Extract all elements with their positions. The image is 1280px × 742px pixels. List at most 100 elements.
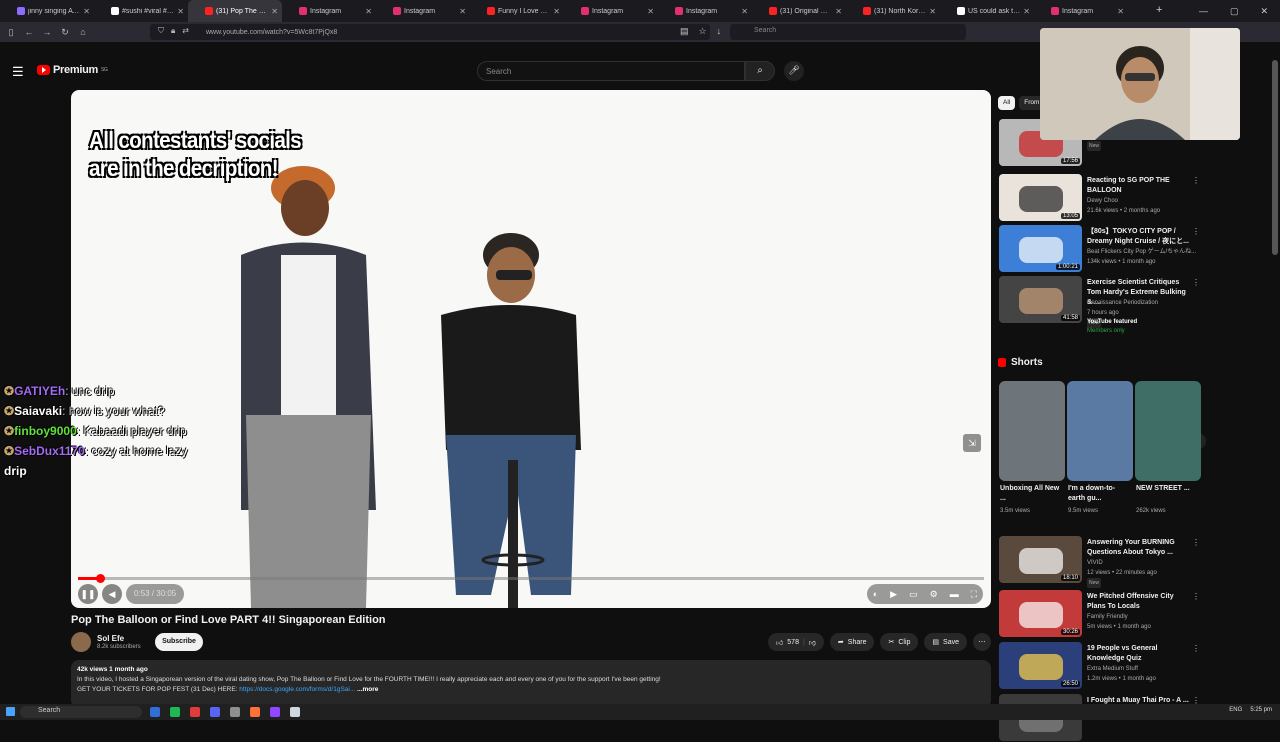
tab-close-icon[interactable]: ✕	[459, 7, 466, 16]
video-thumbnail[interactable]: 13:05	[999, 174, 1082, 221]
video-thumbnail[interactable]: 1:00:21	[999, 225, 1082, 272]
like-count[interactable]: 578	[787, 639, 799, 646]
save-button[interactable]: ▤ Save	[924, 633, 967, 651]
miniplayer-icon[interactable]: ⇲	[963, 434, 981, 452]
play-next-icon[interactable]: ▶	[890, 589, 897, 600]
tab-close-icon[interactable]: ✕	[271, 7, 278, 16]
permissions-icon[interactable]: ⇄	[182, 26, 189, 36]
subtitles-icon[interactable]: ▭	[909, 589, 918, 600]
taskbar-search[interactable]: Search	[20, 706, 142, 718]
video-title[interactable]: 19 People vs General Knowledge Quiz	[1087, 644, 1189, 664]
youtube-logo[interactable]: Premium SG	[37, 64, 108, 76]
app-gray-icon[interactable]	[230, 707, 240, 717]
video-title[interactable]: 【80s】TOKYO CITY POP / Dreamy Night Cruis…	[1087, 227, 1189, 247]
browser-tab[interactable]: US could ask tourists fo✕	[940, 0, 1034, 22]
forward-icon[interactable]: →	[38, 27, 56, 37]
browser-tab[interactable]: Instagram ✕	[564, 0, 658, 22]
video-channel[interactable]: Family Friendly	[1087, 612, 1128, 622]
browser-tab[interactable]: Instagram ✕	[376, 0, 470, 22]
browser-tab[interactable]: Instagram ✕	[658, 0, 752, 22]
tab-close-icon[interactable]: ✕	[83, 7, 90, 16]
new-tab-button[interactable]: +	[1156, 4, 1162, 16]
channel-name[interactable]: Sol Efe	[97, 634, 124, 643]
page-scrollbar[interactable]	[1272, 60, 1278, 255]
browser-tab[interactable]: Funny I Love Gooning B✕	[470, 0, 564, 22]
video-title[interactable]: Answering Your BURNING Questions About T…	[1087, 538, 1189, 558]
theater-mode-icon[interactable]: ▬	[950, 589, 959, 599]
video-channel[interactable]: Dewy Choo	[1087, 196, 1118, 206]
search-button[interactable]: ⌕	[745, 61, 775, 81]
video-channel[interactable]: Renaissance Periodization	[1087, 298, 1158, 308]
short-thumbnail[interactable]	[1067, 381, 1133, 481]
download-icon[interactable]: ↓	[717, 26, 722, 37]
more-options-icon[interactable]: ⋮	[1192, 176, 1200, 185]
pause-button[interactable]: ❚❚	[78, 584, 98, 604]
scrubber-handle[interactable]	[95, 574, 105, 583]
volume-button[interactable]: ◀	[102, 584, 122, 604]
maximize-icon[interactable]: ▢	[1230, 6, 1239, 17]
recommended-video[interactable]: 18:10 Answering Your BURNING Questions Ab…	[998, 536, 1200, 588]
twitch-icon[interactable]	[270, 707, 280, 717]
search-input[interactable]: Search	[477, 61, 745, 81]
dislike-icon[interactable]: 👎︎	[809, 638, 816, 647]
browser-tab[interactable]: (31) North Koreans Wel✕	[846, 0, 940, 22]
lock-icon[interactable]: 🔒︎	[171, 26, 175, 36]
more-options-icon[interactable]: ⋮	[1192, 644, 1200, 653]
channel-avatar[interactable]	[71, 632, 91, 652]
tab-close-icon[interactable]: ✕	[553, 7, 560, 16]
short-title[interactable]: Unboxing All New ...	[1000, 484, 1060, 504]
description-box[interactable]: 42k views 1 month ago In this video, I h…	[71, 660, 991, 708]
home-icon[interactable]: ⌂	[74, 27, 92, 37]
spotify-icon[interactable]	[170, 707, 180, 717]
video-title[interactable]: We Pitched Offensive City Plans To Local…	[1087, 592, 1189, 612]
shield-icon[interactable]: ⛉	[158, 26, 164, 36]
short-title[interactable]: I'm a down-to-earth gu...	[1068, 484, 1128, 504]
reader-icon[interactable]: ▤	[680, 26, 689, 37]
video-thumbnail[interactable]: 41:58	[999, 276, 1082, 323]
video-thumbnail[interactable]: 30:26	[999, 590, 1082, 637]
fullscreen-icon[interactable]: ⛶	[971, 589, 977, 600]
video-thumbnail[interactable]: 26:50	[999, 642, 1082, 689]
bookmark-star-icon[interactable]: ☆	[699, 26, 707, 37]
more-options-icon[interactable]: ⋮	[1192, 592, 1200, 601]
progress-bar[interactable]	[78, 574, 984, 583]
tab-close-icon[interactable]: ✕	[1117, 7, 1124, 16]
tickets-link[interactable]: https://docs.google.com/forms/d/1gSai...	[239, 686, 355, 693]
recommended-video[interactable]: 30:26 We Pitched Offensive City Plans To …	[998, 590, 1200, 638]
address-bar[interactable]: www.youtube.com/watch?v=5Wc8t7PjQx8	[150, 24, 710, 40]
voice-search-button[interactable]: 🎤︎	[784, 61, 804, 81]
short-title[interactable]: NEW STREET ...	[1136, 484, 1196, 494]
reload-icon[interactable]: ↻	[56, 27, 74, 38]
tab-close-icon[interactable]: ✕	[647, 7, 654, 16]
more-options-icon[interactable]: ⋮	[1192, 538, 1200, 547]
tab-close-icon[interactable]: ✕	[177, 7, 184, 16]
back-icon[interactable]: ←	[20, 27, 38, 37]
settings-gear-icon[interactable]: ⚙	[930, 589, 938, 600]
browser-tab[interactable]: #sushi #viral #challenge✕	[94, 0, 188, 22]
autoplay-toggle-icon[interactable]: ◐	[873, 589, 878, 599]
browser-tab[interactable]: Instagram ✕	[1034, 0, 1128, 22]
recommended-video[interactable]: 1:00:21 【80s】TOKYO CITY POP / Dreamy Nigh…	[998, 225, 1200, 273]
browser-tab[interactable]: Instagram ✕	[282, 0, 376, 22]
more-options-icon[interactable]: ⋮	[1192, 278, 1200, 287]
tab-close-icon[interactable]: ✕	[929, 7, 936, 16]
browser-search-field[interactable]: Search	[730, 24, 966, 40]
filter-chip[interactable]: All	[998, 96, 1016, 110]
close-window-icon[interactable]: ✕	[1260, 6, 1268, 17]
more-actions-button[interactable]: ⋯	[973, 633, 991, 651]
obs-icon[interactable]	[290, 707, 300, 717]
video-thumbnail[interactable]: 18:10	[999, 536, 1082, 583]
video-channel[interactable]: VIVID	[1087, 558, 1103, 568]
tab-close-icon[interactable]: ✕	[1023, 7, 1030, 16]
browser-tab[interactable]: jinny singing AVAVA - Tu✕	[0, 0, 94, 22]
video-channel[interactable]: Extra Medium Stuff	[1087, 664, 1138, 674]
short-thumbnail[interactable]	[1135, 381, 1201, 481]
browser-tab[interactable]: (31) Original Dr Donut D✕	[752, 0, 846, 22]
tray-time[interactable]: 5:25 pm	[1250, 707, 1272, 713]
app-red-icon[interactable]	[190, 707, 200, 717]
subscribe-button[interactable]: Subscribe	[155, 633, 203, 651]
tab-close-icon[interactable]: ✕	[741, 7, 748, 16]
clip-button[interactable]: ✂ Clip	[880, 633, 919, 651]
video-player[interactable]: All contestants' socials are in the decr…	[71, 90, 991, 608]
file-explorer-icon[interactable]	[150, 707, 160, 717]
